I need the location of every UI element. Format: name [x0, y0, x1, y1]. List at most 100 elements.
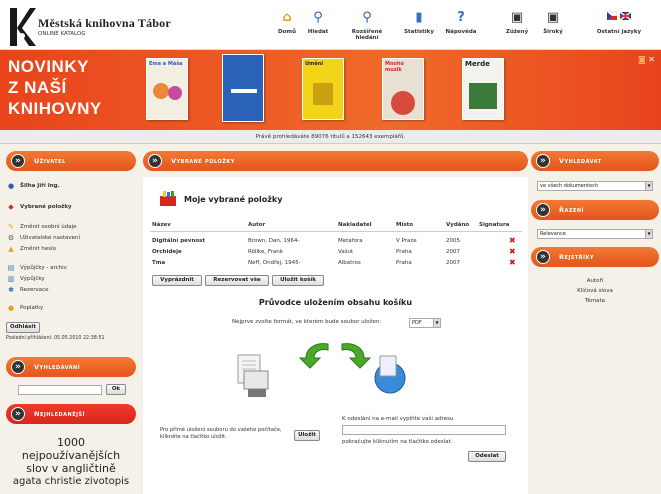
- format-select-value: PDF: [412, 320, 422, 326]
- row-title[interactable]: Orchideje: [152, 249, 182, 255]
- panel-bullet-icon: [11, 404, 25, 424]
- row-author: Neff, Ondřej, 1945-: [248, 260, 301, 266]
- menu-loans-archive[interactable]: Výpůjčky - archiv: [20, 265, 67, 271]
- menu-change-password[interactable]: Změnit heslo: [20, 246, 56, 252]
- save-button[interactable]: Uložit: [294, 430, 320, 441]
- nav-narrow-label: Zúžený: [505, 29, 529, 35]
- delete-icon[interactable]: ✖: [509, 237, 516, 245]
- panel-bullet-icon: [536, 247, 550, 267]
- popular-term[interactable]: agata christie zivotopis: [6, 475, 136, 488]
- site-subtitle: Online katalog: [38, 31, 86, 37]
- send-button[interactable]: Odeslat: [468, 451, 506, 462]
- nav-statistics[interactable]: ▮ Statistiky: [402, 10, 436, 46]
- delete-icon[interactable]: ✖: [509, 259, 516, 267]
- computer-icon: [237, 354, 269, 397]
- book-title: Mnoho muzik: [385, 61, 404, 73]
- search-scope-select[interactable]: ve všech dokumentech ▼: [537, 181, 653, 191]
- nav-home[interactable]: ⌂ Domů: [275, 10, 299, 46]
- selected-items-title: Moje vybrané položky: [184, 195, 283, 204]
- row-year: 2007: [446, 249, 460, 255]
- coins-icon: ●: [7, 304, 15, 312]
- nav-help[interactable]: ? Nápověda: [444, 10, 478, 46]
- nav-wide-label: Široký: [543, 29, 563, 35]
- selected-items-header: Vybrané položky: [143, 151, 528, 171]
- user-panel-header: Uživatel: [6, 151, 136, 171]
- banner-book[interactable]: Mnoho muzik: [382, 58, 424, 120]
- arrow-right-icon: [341, 343, 372, 369]
- basket-icon: [158, 190, 178, 208]
- email-label: K odeslání na e-mail vyplňte vaši adresu: [342, 416, 454, 422]
- menu-fees[interactable]: Poplatky: [20, 305, 43, 311]
- house-icon: ⌂: [282, 10, 292, 25]
- quick-search-ok-button[interactable]: Ok: [106, 384, 126, 395]
- close-icon[interactable]: ✕: [648, 55, 655, 64]
- sort-header: Řazení: [531, 200, 659, 220]
- format-label: Nejprve zvolte formát, ve kterém bude so…: [232, 319, 382, 325]
- nav-advanced-search[interactable]: ⚲ Rozšířené hledání: [340, 10, 394, 46]
- chevron-down-icon: ▼: [645, 182, 652, 190]
- menu-loans[interactable]: Výpůjčky: [20, 276, 45, 282]
- nav-narrow[interactable]: ▣ Zúžený: [502, 10, 532, 46]
- chevron-down-icon: ▼: [645, 230, 652, 238]
- rss-icon[interactable]: ◙: [638, 55, 646, 64]
- popular-panel-title: Nejhledanější: [34, 410, 85, 418]
- email-field[interactable]: [342, 425, 506, 435]
- menu-selected-items[interactable]: Vybrané položky: [20, 204, 72, 210]
- stats-icon: ▮: [415, 10, 423, 25]
- panel-bullet-icon: [148, 151, 162, 171]
- chevron-down-icon: ▼: [433, 319, 440, 327]
- library-logo-icon[interactable]: [6, 6, 36, 48]
- site-title[interactable]: Městská knihovna Tábor: [38, 16, 171, 31]
- banner-line: KNIHOVNY: [8, 99, 102, 118]
- format-select[interactable]: PDF ▼: [409, 318, 441, 328]
- row-title[interactable]: Tma: [152, 260, 165, 266]
- menu-reservations[interactable]: Rezervace: [20, 287, 49, 293]
- index-title: Rejstříky: [559, 253, 594, 261]
- banner-book[interactable]: Ema a Máša: [146, 58, 188, 120]
- search-scope-header: Vyhledávat: [531, 151, 659, 171]
- col-author[interactable]: Autor: [248, 222, 265, 228]
- banner-book[interactable]: Merde: [462, 58, 504, 120]
- index-link-keywords[interactable]: Klíčová slova: [531, 288, 659, 294]
- flags-icon: [606, 10, 632, 26]
- menu-user-settings[interactable]: Uživatelské nastavení: [20, 235, 80, 241]
- empty-basket-button[interactable]: Vyprázdnit: [152, 275, 202, 286]
- email-instructions: pokračujte kliknutím na tlačítko odeslat…: [342, 439, 453, 445]
- nav-search[interactable]: ⚲ Hledat: [304, 10, 332, 46]
- banner-headline: NOVINKY Z NAŠÍ KNIHOVNY: [8, 56, 102, 119]
- row-title[interactable]: Digitální pevnost: [152, 238, 205, 244]
- nav-wide[interactable]: ▣ Široký: [538, 10, 568, 46]
- index-link-authors[interactable]: Autoři: [531, 278, 659, 284]
- quick-search-input[interactable]: [18, 385, 102, 395]
- book-title: Merde: [465, 60, 490, 68]
- archive-icon: ▤: [7, 264, 15, 272]
- menu-edit-profile[interactable]: Změnit osobní údaje: [20, 224, 77, 230]
- col-signature[interactable]: Signatura: [479, 222, 509, 228]
- narrow-screen-icon: ▣: [510, 10, 524, 25]
- col-publisher[interactable]: Nakladatel: [338, 222, 371, 228]
- reserve-all-button[interactable]: Rezervovat vše: [205, 275, 269, 286]
- row-author: Röllke, Frank: [248, 249, 283, 255]
- save-basket-button[interactable]: Uložit košík: [272, 275, 324, 286]
- col-place[interactable]: Místo: [396, 222, 413, 228]
- banner-book[interactable]: [222, 54, 264, 122]
- panel-bullet-icon: [11, 357, 25, 377]
- popular-searches: 1000 nejpoužívanějších slov v angličtině…: [6, 436, 136, 488]
- popular-term[interactable]: 1000: [6, 436, 136, 449]
- nav-advanced-search-label: Rozšířené hledání: [351, 29, 383, 41]
- popular-term[interactable]: nejpoužívanějších: [6, 449, 136, 462]
- banner-book[interactable]: Umění: [302, 58, 344, 120]
- nav-languages[interactable]: Ostatní jazyky: [594, 10, 644, 46]
- delete-icon[interactable]: ✖: [509, 248, 516, 256]
- logout-button[interactable]: Odhlásit: [6, 322, 40, 333]
- popular-term[interactable]: slov v angličtině: [6, 462, 136, 475]
- email-globe-icon: [374, 355, 406, 394]
- sort-select[interactable]: Relevance ▼: [537, 229, 653, 239]
- index-header: Rejstříky: [531, 247, 659, 267]
- row-place: V Praze: [396, 238, 417, 244]
- col-title[interactable]: Název: [152, 222, 171, 228]
- col-year[interactable]: Vydáno: [446, 222, 469, 228]
- last-login: Poslední přihlášení: 05.05.2010 22:38:51: [6, 336, 105, 341]
- index-link-topics[interactable]: Témata: [531, 298, 659, 304]
- user-name: Šilha Jiří Ing.: [20, 183, 60, 189]
